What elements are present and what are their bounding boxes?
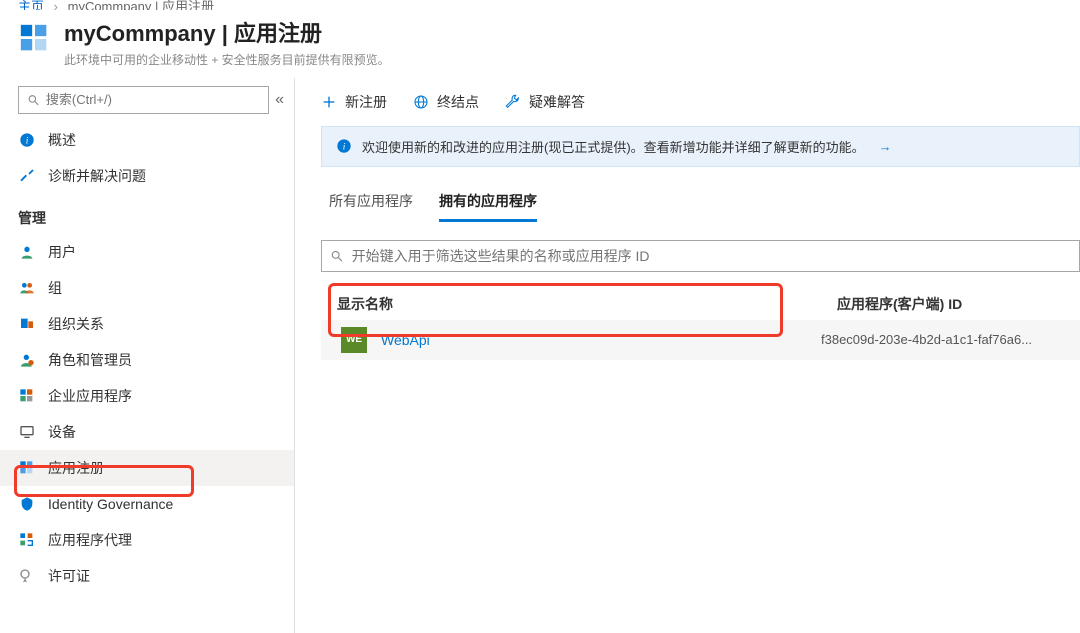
info-banner: i 欢迎使用新的和改进的应用注册(现已正式提供)。查看新增功能并详细了解更新的功… [321, 126, 1080, 167]
orgrel-icon [18, 315, 36, 333]
chevron-right-icon: › [54, 0, 58, 10]
tab-all-apps[interactable]: 所有应用程序 [329, 183, 413, 222]
nav-users[interactable]: 用户 [0, 234, 294, 270]
app-avatar: WE [341, 327, 367, 353]
nav-licenses[interactable]: 许可证 [0, 558, 294, 594]
filter-input[interactable] [352, 248, 1071, 264]
cell-display-name: WE WebApi [321, 327, 821, 353]
info-icon: i [336, 138, 352, 154]
nav-label: Identity Governance [48, 496, 173, 512]
nav-enterprise-apps[interactable]: 企业应用程序 [0, 378, 294, 414]
toolbar-label: 终结点 [437, 92, 479, 112]
nav-group-manage: 管理 [0, 194, 294, 234]
column-client-id[interactable]: 应用程序(客户端) ID [837, 294, 1080, 314]
plus-icon [321, 94, 337, 110]
banner-learn-more-arrow[interactable]: → [879, 139, 892, 154]
nav-label: 角色和管理员 [48, 350, 132, 370]
nav-app-registrations[interactable]: 应用注册 [0, 450, 294, 486]
nav-label: 概述 [48, 130, 76, 150]
filter-box[interactable] [321, 240, 1080, 272]
endpoints-button[interactable]: 终结点 [413, 92, 479, 112]
nav-label: 组织关系 [48, 314, 104, 334]
column-display-name[interactable]: 显示名称 [337, 294, 837, 314]
idgov-icon [18, 495, 36, 513]
nav-label: 设备 [48, 422, 76, 442]
svg-text:i: i [343, 142, 346, 152]
devices-icon [18, 423, 36, 441]
nav-label: 诊断并解决问题 [48, 166, 146, 186]
content-pane: 新注册 终结点 疑难解答 i 欢迎使用新的和改进的应用注册(现已正式提供)。查看… [295, 78, 1080, 633]
tabs: 所有应用程序 拥有的应用程序 [321, 183, 1080, 222]
toolbar: 新注册 终结点 疑难解答 [321, 92, 1080, 126]
breadcrumb: 主页 › myCommpany | 应用注册 [0, 0, 1080, 10]
licenses-icon [18, 567, 36, 585]
nav-roles-admins[interactable]: 角色和管理员 [0, 342, 294, 378]
column-headers: 显示名称 应用程序(客户端) ID [321, 294, 1080, 314]
table-row[interactable]: WE WebApi f38ec09d-203e-4b2d-a1c1-faf76a… [321, 320, 1080, 360]
nav-label: 许可证 [48, 566, 90, 586]
app-proxy-icon [18, 531, 36, 549]
globe-icon [413, 94, 429, 110]
wrench-icon [505, 94, 521, 110]
page-header: myCommpany | 应用注册 此环境中可用的企业移动性 + 安全性服务目前… [0, 10, 1080, 78]
nav-groups[interactable]: 组 [0, 270, 294, 306]
groups-icon [18, 279, 36, 297]
info-icon: i [18, 131, 36, 149]
svg-text:i: i [26, 136, 29, 146]
breadcrumb-current: myCommpany | 应用注册 [68, 0, 214, 10]
nav-app-proxy[interactable]: 应用程序代理 [0, 522, 294, 558]
roles-icon [18, 351, 36, 369]
breadcrumb-root[interactable]: 主页 [18, 0, 44, 10]
enterprise-apps-icon [18, 387, 36, 405]
nav-org-relationships[interactable]: 组织关系 [0, 306, 294, 342]
toolbar-label: 疑难解答 [529, 92, 585, 112]
search-icon [27, 93, 40, 107]
banner-text: 欢迎使用新的和改进的应用注册(现已正式提供)。查看新增功能并详细了解更新的功能。 [362, 137, 865, 156]
tab-owned-apps[interactable]: 拥有的应用程序 [439, 183, 537, 222]
nav-label: 企业应用程序 [48, 386, 132, 406]
toolbar-label: 新注册 [345, 92, 387, 112]
collapse-sidebar-icon[interactable]: « [275, 91, 284, 109]
troubleshoot-button[interactable]: 疑难解答 [505, 92, 585, 112]
sidebar-search[interactable] [18, 86, 269, 114]
cell-client-id: f38ec09d-203e-4b2d-a1c1-faf76a6... [821, 332, 1080, 347]
page-subtitle: 此环境中可用的企业移动性 + 安全性服务目前提供有限预览。 [64, 51, 390, 68]
page-title: myCommpany | 应用注册 [64, 20, 390, 49]
app-registrations-icon [18, 22, 52, 56]
nav-identity-governance[interactable]: Identity Governance [0, 486, 294, 522]
sidebar: « i 概述 诊断并解决问题 管理 用户 组 [0, 78, 295, 633]
search-icon [330, 249, 344, 263]
app-registrations-small-icon [18, 459, 36, 477]
app-name-link[interactable]: WebApi [381, 332, 430, 348]
sidebar-search-input[interactable] [46, 92, 260, 107]
diagnose-icon [18, 167, 36, 185]
nav-diagnose[interactable]: 诊断并解决问题 [0, 158, 294, 194]
nav-overview[interactable]: i 概述 [0, 122, 294, 158]
new-registration-button[interactable]: 新注册 [321, 92, 387, 112]
nav-label: 应用注册 [48, 458, 104, 478]
nav-label: 用户 [48, 242, 76, 262]
nav-devices[interactable]: 设备 [0, 414, 294, 450]
nav-label: 组 [48, 278, 62, 298]
nav-label: 应用程序代理 [48, 530, 132, 550]
user-icon [18, 243, 36, 261]
